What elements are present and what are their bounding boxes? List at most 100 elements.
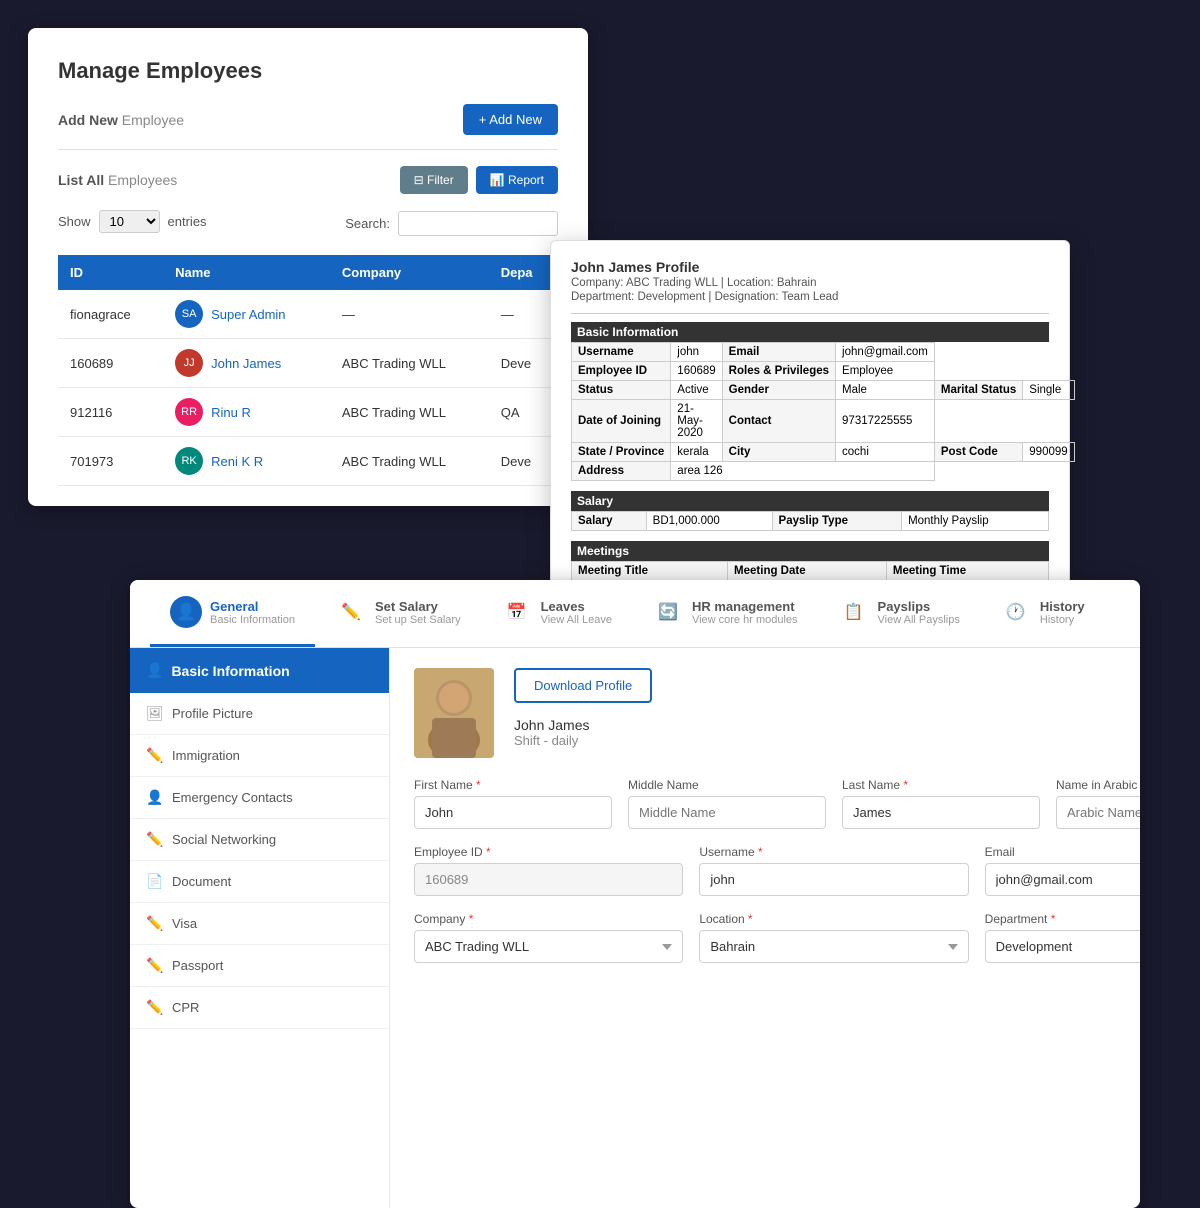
employee-link[interactable]: RR Rinu R [175,398,318,426]
cell-company: ABC Trading WLL [330,437,489,486]
arabic-name-input[interactable] [1056,796,1140,829]
cell-dept: QA [489,388,558,437]
cell-id: 912116 [58,388,163,437]
postcode-value: 990099 [1023,443,1074,462]
table-row: 160689 JJ John James ABC Trading WLL Dev… [58,339,558,388]
employee-link[interactable]: JJ John James [175,349,318,377]
sidebar-label: Profile Picture [172,706,253,721]
last-name-input[interactable] [842,796,1040,829]
arabic-name-group: Name in Arabic [1056,778,1140,829]
sidebar-label: Emergency Contacts [172,790,293,805]
payslips-icon: 📋 [838,596,870,628]
cell-name: JJ John James [163,339,330,388]
cell-name: RR Rinu R [163,388,330,437]
nav-general-label: General [210,599,295,614]
profile-photo [414,668,494,758]
basic-info-table: Username john Email john@gmail.com Emplo… [571,342,1075,481]
download-profile-button[interactable]: Download Profile [514,668,652,703]
search-bar: Search: [345,211,558,236]
payslip-type-value: Monthly Payslip [902,512,1049,531]
nav-payslips-label: Payslips [878,599,960,614]
emp-id-label: Employee ID * [414,845,683,859]
sidebar-item-passport[interactable]: ✏️ Passport [130,945,389,987]
general-icon: 👤 [170,596,202,628]
emp-id-input[interactable] [414,863,683,896]
manage-employees-panel: Manage Employees Add New Employee + Add … [28,28,588,506]
social-icon: ✏️ [146,831,162,848]
nav-salary[interactable]: ✏️ Set Salary Set up Set Salary [315,580,481,647]
visa-icon: ✏️ [146,915,162,932]
nav-hr[interactable]: 🔄 HR management View core hr modules [632,580,818,647]
roles-value: Employee [836,362,935,381]
sidebar-item-immigration[interactable]: ✏️ Immigration [130,735,389,777]
basic-info-section-title: Basic Information [571,322,1049,342]
nav-leaves[interactable]: 📅 Leaves View All Leave [481,580,632,647]
salary-section-title: Salary [571,491,1049,511]
nav-general[interactable]: 👤 General Basic Information [150,580,315,647]
gender-value: Male [836,381,935,400]
middle-name-input[interactable] [628,796,826,829]
detail-main-content: Download Profile John James Shift - dail… [390,648,1140,1208]
nav-payslips[interactable]: 📋 Payslips View All Payslips [818,580,980,647]
employees-table: ID Name Company Depa fionagrace SA Super… [58,255,558,486]
sidebar-item-visa[interactable]: ✏️ Visa [130,903,389,945]
action-buttons: ⊟ Filter 📊 Report [400,166,558,194]
sidebar-label: Immigration [172,748,240,763]
show-entries: Show 10 25 50 entries [58,210,207,233]
username-value: john [671,343,722,362]
sidebar-item-emergency-contacts[interactable]: 👤 Emergency Contacts [130,777,389,819]
employee-link[interactable]: RK Reni K R [175,447,318,475]
name-row: First Name * Middle Name Last Name * [414,778,1140,829]
employee-link[interactable]: SA Super Admin [175,300,318,328]
search-input[interactable] [398,211,558,236]
list-all-text: List All Employees [58,172,177,188]
roles-label: Roles & Privileges [722,362,835,381]
cell-name: SA Super Admin [163,290,330,339]
cell-company: ABC Trading WLL [330,339,489,388]
sidebar-active-section: 👤 Basic Information [130,648,389,693]
avatar: RK [175,447,203,475]
list-all-bar: List All Employees ⊟ Filter 📊 Report [58,166,558,194]
company-group: Company * ABC Trading WLL [414,912,683,963]
department-select[interactable]: Development [985,930,1140,963]
hr-icon: 🔄 [652,596,684,628]
emp-id-group: Employee ID * [414,845,683,896]
status-value: Active [671,381,722,400]
email-value: john@gmail.com [836,343,935,362]
entries-select[interactable]: 10 25 50 [99,210,160,233]
employee-detail-panel: 👤 General Basic Information ✏️ Set Salar… [130,580,1140,1208]
payslip-type-label: Payslip Type [772,512,902,531]
state-label: State / Province [572,443,671,462]
address-value: area 126 [671,462,935,481]
meeting-date-col: Meeting Date [728,562,887,581]
sidebar-item-document[interactable]: 📄 Document [130,861,389,903]
add-new-button[interactable]: + Add New [463,104,558,135]
col-dept: Depa [489,255,558,290]
email-label: Email [722,343,835,362]
first-name-input[interactable] [414,796,612,829]
profile-info: Download Profile John James Shift - dail… [514,668,1140,748]
sidebar-item-cpr[interactable]: ✏️ CPR [130,987,389,1029]
filter-button[interactable]: ⊟ Filter [400,166,468,194]
email-input[interactable] [985,863,1140,896]
company-select[interactable]: ABC Trading WLL [414,930,683,963]
nav-history[interactable]: 🕐 History History [980,580,1105,647]
username-input[interactable] [699,863,968,896]
popup-header: John James Profile Company: ABC Trading … [571,259,1049,303]
detail-nav: 👤 General Basic Information ✏️ Set Salar… [130,580,1140,648]
sidebar-label: CPR [172,1000,199,1015]
employee-name-display: John James [514,717,1140,733]
picture-icon: 🖼 [146,705,162,722]
person-icon: 👤 [146,662,163,679]
sidebar-item-profile-picture[interactable]: 🖼 Profile Picture [130,693,389,735]
popup-company: Company: ABC Trading WLL | Location: Bah… [571,277,1049,289]
add-new-bar: Add New Employee + Add New [58,104,558,150]
username-label: Username * [699,845,968,859]
sidebar-item-social-networking[interactable]: ✏️ Social Networking [130,819,389,861]
report-button[interactable]: 📊 Report [476,166,558,194]
nav-hr-sub: View core hr modules [692,614,798,626]
location-select[interactable]: Bahrain [699,930,968,963]
contact-label: Contact [722,400,835,443]
avatar: JJ [175,349,203,377]
doj-label: Date of Joining [572,400,671,443]
